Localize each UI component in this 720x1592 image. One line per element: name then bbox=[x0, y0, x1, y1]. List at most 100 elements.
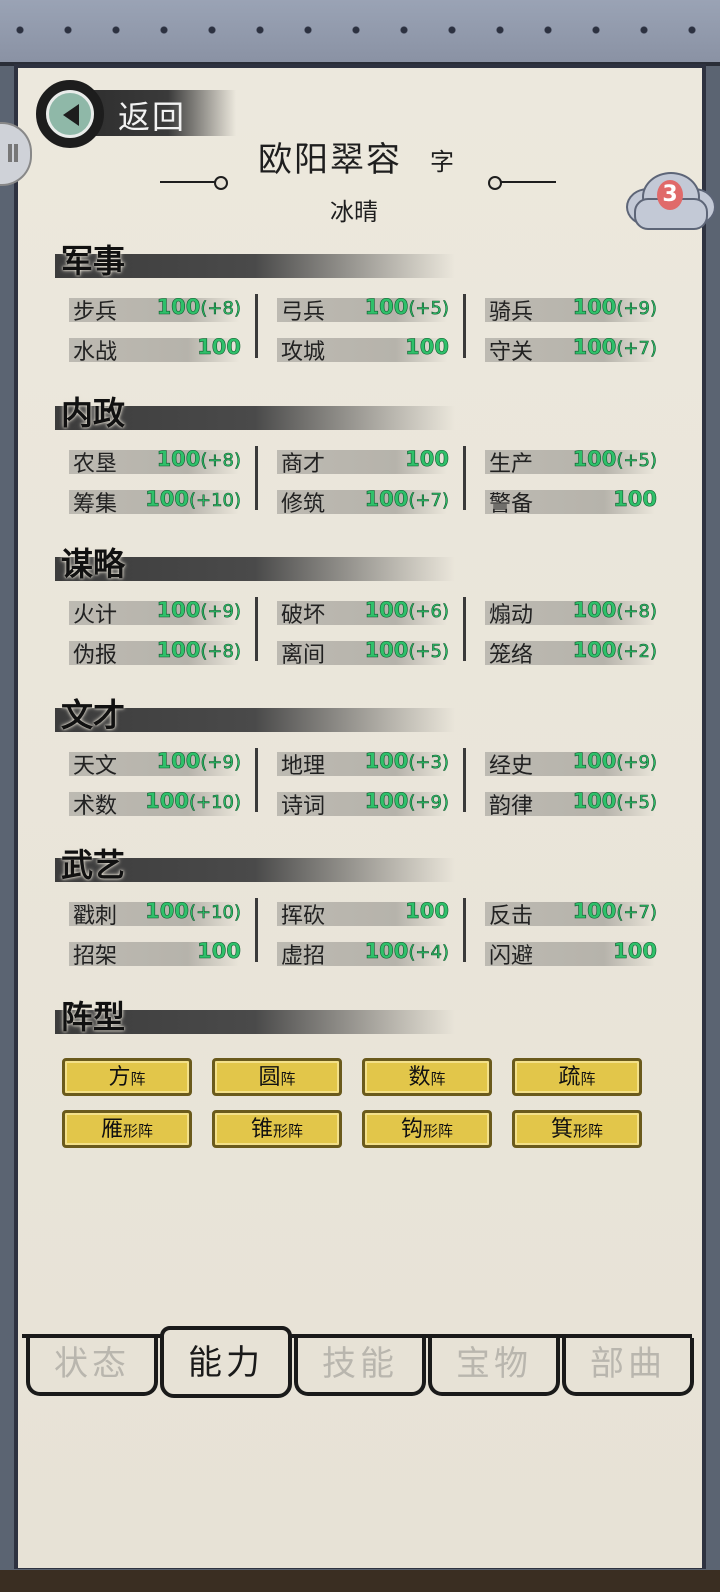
section-title: 谋略 bbox=[61, 545, 126, 583]
stat-label: 筹集 bbox=[73, 492, 118, 517]
stat-value: 100 bbox=[405, 447, 449, 472]
stat-value: 100(+7) bbox=[572, 335, 657, 360]
top-decor-band bbox=[0, 0, 720, 66]
back-button[interactable]: 返回 bbox=[36, 80, 236, 148]
stat-label: 韵律 bbox=[489, 794, 534, 819]
formation-suffix: 形阵 bbox=[123, 1122, 154, 1140]
stat-item: 离间 100(+5) bbox=[277, 637, 449, 668]
tab-3[interactable]: 宝物 bbox=[428, 1338, 560, 1396]
stat-label: 警备 bbox=[489, 492, 534, 517]
stat-label: 步兵 bbox=[73, 300, 118, 325]
formation-name: 锥 bbox=[250, 1117, 273, 1142]
formation-button[interactable]: 雁形阵 bbox=[62, 1110, 192, 1148]
stat-value: 100 bbox=[405, 335, 449, 360]
column-divider bbox=[255, 597, 258, 661]
formation-suffix: 形阵 bbox=[273, 1122, 304, 1140]
stat-label: 破坏 bbox=[281, 603, 326, 628]
stat-bonus: (+2) bbox=[616, 641, 657, 663]
stat-label: 生产 bbox=[489, 452, 534, 477]
stat-item: 农垦 100(+8) bbox=[69, 446, 241, 477]
stat-bonus: (+9) bbox=[616, 298, 657, 320]
formation-name: 雁 bbox=[100, 1117, 123, 1142]
section-title: 军事 bbox=[61, 242, 126, 280]
stat-item: 弓兵 100(+5) bbox=[277, 294, 449, 325]
stat-item: 术数 100(+10) bbox=[69, 788, 242, 819]
stat-bonus: (+8) bbox=[200, 298, 241, 320]
tab-label: 宝物 bbox=[456, 1344, 532, 1384]
stat-label: 弓兵 bbox=[281, 300, 326, 325]
stat-item: 攻城 100 bbox=[277, 334, 449, 365]
formation-suffix: 形阵 bbox=[423, 1122, 454, 1140]
formation-suffix: 阵 bbox=[130, 1070, 146, 1088]
stat-label: 商才 bbox=[281, 452, 326, 477]
tab-label: 能力 bbox=[188, 1343, 264, 1383]
stat-value: 100(+10) bbox=[145, 487, 241, 512]
formation-suffix: 阵 bbox=[280, 1070, 296, 1088]
formation-button[interactable]: 钩形阵 bbox=[362, 1110, 492, 1148]
grip-icon bbox=[8, 144, 12, 162]
stat-label: 挥砍 bbox=[281, 904, 326, 929]
stat-value: 100(+9) bbox=[156, 598, 241, 623]
stat-item: 虚招 100(+4) bbox=[277, 938, 449, 969]
section-4: 武艺 戳刺 100(+10) 挥砍 100 反击 100(+7) 招架 100 虚招 100(+4)… bbox=[55, 844, 675, 970]
formation-button[interactable]: 数阵 bbox=[362, 1058, 492, 1096]
bottom-tab-bar: 状态 能力 技能 宝物 部曲 bbox=[22, 1326, 694, 1398]
stat-bonus: (+10) bbox=[188, 902, 242, 924]
stat-value: 100(+5) bbox=[572, 789, 657, 814]
stat-value: 100(+9) bbox=[364, 789, 449, 814]
stat-value: 100 bbox=[613, 487, 657, 512]
stat-bonus: (+6) bbox=[408, 601, 449, 623]
column-divider bbox=[463, 446, 466, 510]
stat-bonus: (+5) bbox=[616, 792, 657, 814]
stat-value: 100(+10) bbox=[145, 899, 242, 924]
stat-label: 水战 bbox=[73, 340, 118, 365]
stat-item: 地理 100(+3) bbox=[277, 748, 449, 779]
stat-bonus: (+7) bbox=[408, 490, 449, 512]
stat-bonus: (+9) bbox=[616, 752, 657, 774]
stat-item: 破坏 100(+6) bbox=[277, 597, 449, 628]
formation-button[interactable]: 疏阵 bbox=[512, 1058, 642, 1096]
stat-label: 经史 bbox=[489, 754, 534, 779]
stat-value: 100(+8) bbox=[156, 447, 241, 472]
stat-bonus: (+4) bbox=[408, 942, 449, 964]
back-label: 返回 bbox=[118, 98, 187, 136]
stat-bonus: (+5) bbox=[408, 298, 449, 320]
stat-value: 100(+10) bbox=[145, 789, 242, 814]
formation-button[interactable]: 方阵 bbox=[62, 1058, 192, 1096]
section-3: 文才 天文 100(+9) 地理 100(+3) 经史 100(+9) 术数 100(+10) 诗… bbox=[55, 694, 675, 820]
stat-value: 100 bbox=[613, 939, 657, 964]
stat-bonus: (+10) bbox=[188, 792, 242, 814]
stat-bonus: (+9) bbox=[200, 752, 241, 774]
stat-label: 农垦 bbox=[73, 452, 118, 477]
stat-value: 100(+8) bbox=[572, 598, 657, 623]
stat-label: 诗词 bbox=[281, 794, 326, 819]
tab-1[interactable]: 能力 bbox=[160, 1326, 292, 1398]
section-1: 内政 农垦 100(+8) 商才 100 生产 100(+5) 筹集 100(+10) 修筑 100… bbox=[55, 392, 675, 518]
stat-item: 闪避 100 bbox=[485, 938, 657, 969]
stat-value: 100(+5) bbox=[364, 638, 449, 663]
stat-item: 笼络 100(+2) bbox=[485, 637, 657, 668]
formation-button[interactable]: 锥形阵 bbox=[212, 1110, 342, 1148]
formation-name: 圆 bbox=[258, 1065, 281, 1090]
tab-0[interactable]: 状态 bbox=[26, 1338, 158, 1396]
section-0: 军事 步兵 100(+8) 弓兵 100(+5) 骑兵 100(+9) 水战 100 攻城 100 守… bbox=[55, 240, 675, 366]
stat-item: 经史 100(+9) bbox=[485, 748, 657, 779]
stat-bonus: (+3) bbox=[408, 752, 449, 774]
column-divider bbox=[463, 294, 466, 358]
formation-button[interactable]: 圆阵 bbox=[212, 1058, 342, 1096]
column-divider bbox=[255, 446, 258, 510]
bottom-decor-band bbox=[0, 1570, 720, 1592]
stat-value: 100(+5) bbox=[572, 447, 657, 472]
stat-value: 100 bbox=[197, 939, 241, 964]
stat-item: 天文 100(+9) bbox=[69, 748, 241, 779]
formation-button[interactable]: 箕形阵 bbox=[512, 1110, 642, 1148]
stat-value: 100(+3) bbox=[364, 749, 449, 774]
stat-value: 100(+7) bbox=[364, 487, 449, 512]
notification-cloud-badge[interactable]: 3 bbox=[624, 168, 716, 230]
stat-label: 戳刺 bbox=[73, 904, 118, 929]
tab-2[interactable]: 技能 bbox=[294, 1338, 426, 1396]
tab-4[interactable]: 部曲 bbox=[562, 1338, 694, 1396]
stat-item: 步兵 100(+8) bbox=[69, 294, 241, 325]
stat-label: 招架 bbox=[73, 944, 118, 969]
stat-item: 修筑 100(+7) bbox=[277, 486, 449, 517]
